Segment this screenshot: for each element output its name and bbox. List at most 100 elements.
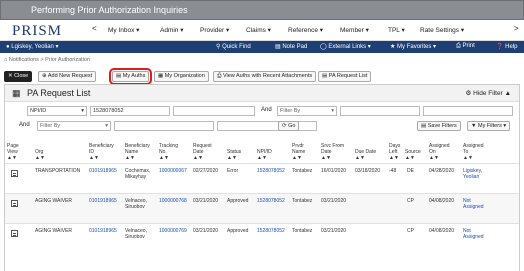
cell-beneficiary-id[interactable]: 0101918965 [89,228,117,234]
page-view-icon[interactable] [11,170,18,177]
cell-npi-id[interactable]: 1528078052 [257,168,285,174]
menu-rate-settings[interactable]: Rate Settings ▾ [420,26,464,34]
col-header-npi-id[interactable]: NPI/ID ▲▼ [257,143,272,161]
cell-npi-id[interactable]: 1528078052 [257,228,285,234]
col-header-days-left[interactable]: Days Left ▲▼ [389,143,400,161]
star-icon: ★ [390,44,398,50]
col-header-beneficiary-id[interactable]: Beneficiary ID ▲▼ [89,143,114,161]
note-pad-link[interactable]: ▤ Note Pad [275,43,307,50]
my-organization-button[interactable]: ▦ My Organization [154,71,209,82]
title-bar: Performing Prior Authorization Inquiries [0,0,524,20]
user-bar: ● Lgiskey, Yeolian ▾ ⚲ Quick Find ▤ Note… [0,41,524,53]
cell-assigned-to[interactable]: Not Assigned [463,198,484,210]
page-view-icon[interactable] [11,200,18,207]
close-button[interactable]: ✕ Close [4,71,33,82]
go-button[interactable]: ⟳ Go [278,121,300,131]
cell-assigned-to[interactable]: Not Assigned [463,228,484,240]
filter-field-2-value: Filter By [280,108,301,114]
cell-due-date: 03/18/2020 [355,168,381,174]
filter-field-select-1[interactable]: NPI/ID ▾ [27,106,87,116]
col-header-prvdr-name[interactable]: Prvdr Name ▲▼ [292,143,305,161]
user-menu[interactable]: ● Lgiskey, Yeolian ▾ [6,43,59,50]
help-link[interactable]: ❓ Help [496,43,517,50]
sort-icon: ▲▼ [429,155,439,161]
col-header-assigned-to[interactable]: Assigned To ▲▼ [463,143,484,161]
list-icon: ▤ [322,73,329,79]
cell-request-date: 02/27/2020 [193,168,219,174]
filter-value-input-2[interactable] [340,106,420,116]
menu-member[interactable]: Member ▾ [340,26,369,34]
page-view-icon[interactable] [11,230,18,237]
col-header-source[interactable]: Source ▲▼ [405,143,421,161]
save-filters-button[interactable]: ▤ Save Filters [417,121,461,131]
cell-beneficiary-id[interactable]: 0101918965 [89,198,117,204]
col-header-request-date[interactable]: Request Date ▲▼ [193,143,212,161]
cell-assigned-on: 04/28/2020 [429,168,455,174]
cell-status: Approved [227,198,249,204]
table-row[interactable]: AGING WAIVER 0101918965 Velnaceo, Siruobo… [5,193,519,223]
my-auths-button[interactable]: ▤ My Auths [108,68,153,85]
user-name: Lgiskey, Yeolian ▾ [11,44,59,50]
cell-npi-id[interactable]: 1528078052 [257,198,285,204]
col-header-assigned-on[interactable]: Assigned On ▲▼ [429,143,450,161]
view-recent-attachments-button[interactable]: ⎙ View Auths with Recent Attachments [213,71,317,82]
my-favorites-menu[interactable]: ★ My Favorites ▾ [390,43,436,50]
list-icon: ▤ [116,73,123,79]
quick-find-link[interactable]: ⚲ Quick Find [216,43,251,50]
col-header-srvc-from-date[interactable]: Srvc From Date ▲▼ [321,143,344,161]
sort-icon: ▲▼ [292,155,302,161]
col-header-status[interactable]: Status ▲▼ [227,143,241,161]
table-row[interactable]: AGING WAIVER 0101918965 Velnaceo, Siruobo… [5,223,519,253]
col-header-page-view[interactable]: Page View ▲▼ [7,143,19,161]
sort-icon: ▲▼ [35,155,45,161]
menu-tpl[interactable]: TPL ▾ [388,26,405,34]
sort-icon: ▲▼ [355,155,365,161]
table-row[interactable]: TRANSPORTATION 0101918965 Cochemax, Mikay… [5,163,519,193]
page-title: Performing Prior Authorization Inquiries [31,5,188,15]
cell-tracking-no[interactable]: 1000000769 [159,228,187,234]
filter-value-input-1b[interactable] [173,106,255,116]
sort-icon: ▲▼ [125,155,135,161]
my-organization-label: My Organization [164,73,205,79]
nav-back-button[interactable]: < [92,24,97,33]
sort-icon: ▲▼ [321,155,331,161]
print-link[interactable]: ⎙ Print [456,43,475,50]
nav-forward-button[interactable]: > [514,24,519,33]
breadcrumb-text[interactable]: Notifications > Prior Authorization [9,57,90,63]
menu-provider[interactable]: Provider ▾ [200,26,229,34]
panel-title: PA Request List [27,88,91,98]
col-header-beneficiary-name[interactable]: Beneficiary Name ▲▼ [125,143,150,161]
filter-value-input-1[interactable]: 1528078052 [90,106,170,116]
grid-icon: ▦ [12,88,21,98]
cell-tracking-no[interactable]: 1000000768 [159,198,187,204]
filter-value-input-2b[interactable] [423,106,513,116]
cell-beneficiary-id[interactable]: 0101918965 [89,168,117,174]
prism-logo[interactable]: PRISM [12,23,62,40]
external-links-menu[interactable]: ◯ External Links ▾ [320,43,371,50]
menu-reference[interactable]: Reference ▾ [288,26,323,34]
cell-beneficiary-name: Cochemax, Mikayhay [125,168,151,180]
col-header-due-date[interactable]: Due Date ▲▼ [355,143,376,161]
my-favorites-label: My Favorites ▾ [397,44,437,50]
cell-tracking-no[interactable]: 1000000067 [159,168,187,174]
filter-field-select-3[interactable]: Filter By ▾ [37,121,111,131]
cell-assigned-on: 04/08/2020 [429,228,455,234]
filter-field-3-value: Filter By [40,123,61,129]
add-new-request-button[interactable]: ⊕ Add New Request [38,71,97,82]
my-filters-button[interactable]: ▼ My Filters ▾ [467,121,511,131]
filter-field-select-2[interactable]: Filter By ▾ [277,106,337,116]
filter-value-input-3b[interactable] [217,121,317,131]
col-header-tracking-no[interactable]: Tracking No. ▲▼ [159,143,178,161]
cell-assigned-to[interactable]: Ligiskey, Yeolian [463,168,482,180]
col-header-org[interactable]: Org ▲▼ [35,143,45,161]
filter-value-input-3[interactable] [114,121,214,131]
menu-admin[interactable]: Admin ▾ [160,26,184,34]
pa-request-list-button[interactable]: ▤ PA Request List [318,71,372,82]
main-nav: PRISM < My Inbox ▾ Admin ▾ Provider ▾ Cl… [0,20,524,41]
sort-icon: ▲▼ [159,155,169,161]
cell-prvdr-name: Tontabez [292,168,313,174]
cell-source: CP [407,228,414,234]
hide-filter-button[interactable]: ⚙ Hide Filter ▲ [465,89,511,97]
menu-my-inbox[interactable]: My Inbox ▾ [108,26,139,34]
menu-claims[interactable]: Claims ▾ [246,26,271,34]
